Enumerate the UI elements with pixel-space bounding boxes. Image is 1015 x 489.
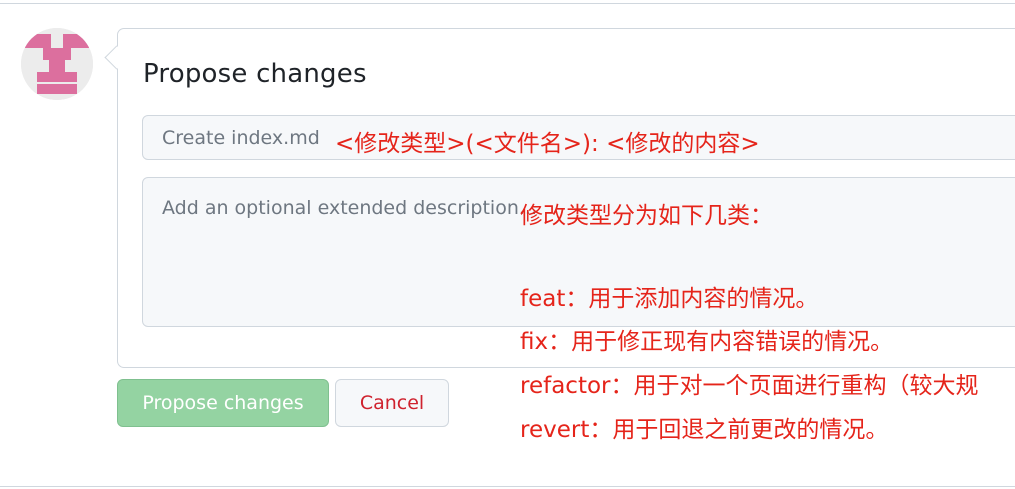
identicon-avatar-icon — [21, 28, 93, 100]
user-avatar[interactable] — [21, 28, 93, 100]
propose-changes-button[interactable]: Propose changes — [117, 379, 329, 427]
panel-title: Propose changes — [143, 59, 367, 89]
commit-type-feat-annotation: feat：用于添加内容的情况。 — [520, 286, 819, 312]
cancel-button[interactable]: Cancel — [335, 379, 449, 427]
commit-format-annotation: <修改类型>(<文件名>): <修改的内容> — [335, 131, 760, 157]
commit-type-revert-annotation: revert：用于回退之前更改的情况。 — [520, 417, 889, 443]
commit-type-fix-annotation: fix：用于修正现有内容错误的情况。 — [520, 329, 894, 355]
bottom-divider — [0, 486, 1015, 487]
commit-types-title-annotation: 修改类型分为如下几类： — [520, 203, 773, 229]
top-divider — [0, 3, 1015, 4]
commit-type-refactor-annotation: refactor：用于对一个页面进行重构（较大规 — [520, 373, 979, 399]
